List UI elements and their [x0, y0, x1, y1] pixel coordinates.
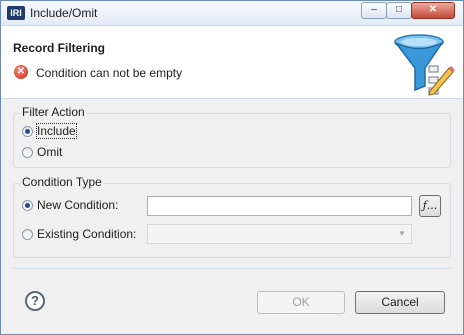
new-condition-label[interactable]: New Condition: [37, 198, 118, 212]
window-title: Include/Omit [30, 6, 98, 20]
function-builder-button[interactable]: ƒ... [419, 195, 441, 217]
filter-action-label: Filter Action [21, 105, 86, 119]
error-message: Condition can not be empty [36, 66, 183, 80]
ok-button[interactable]: OK [257, 291, 345, 314]
maximize-button[interactable]: □ [386, 2, 412, 19]
include-omit-dialog: IRI Include/Omit – □ ✕ Record Filtering … [0, 0, 464, 335]
cancel-button[interactable]: Cancel [355, 291, 445, 314]
existing-condition-label[interactable]: Existing Condition: [37, 227, 136, 241]
iri-app-icon: IRI [7, 6, 25, 20]
chevron-down-icon[interactable]: ▼ [394, 226, 410, 242]
omit-radio[interactable] [22, 147, 33, 158]
filter-action-group [13, 113, 451, 168]
omit-label[interactable]: Omit [37, 145, 62, 159]
condition-type-label: Condition Type [21, 175, 103, 189]
title-bar[interactable]: IRI Include/Omit – □ ✕ [1, 1, 463, 26]
include-radio[interactable] [22, 126, 33, 137]
header-title: Record Filtering [13, 41, 106, 55]
funnel-icon [394, 34, 455, 96]
help-icon[interactable]: ? [25, 291, 45, 311]
error-icon: ✕ [14, 65, 28, 79]
new-condition-input[interactable] [147, 196, 412, 216]
minimize-button[interactable]: – [361, 2, 387, 19]
include-label[interactable]: Include [36, 123, 77, 139]
condition-type-group [13, 183, 451, 258]
existing-condition-select[interactable]: ▼ [147, 224, 412, 244]
close-button[interactable]: ✕ [411, 2, 455, 19]
dialog-header: Record Filtering ✕ Condition can not be … [1, 26, 463, 99]
footer-divider [13, 268, 451, 269]
existing-condition-radio[interactable] [22, 229, 33, 240]
new-condition-radio[interactable] [22, 200, 33, 211]
